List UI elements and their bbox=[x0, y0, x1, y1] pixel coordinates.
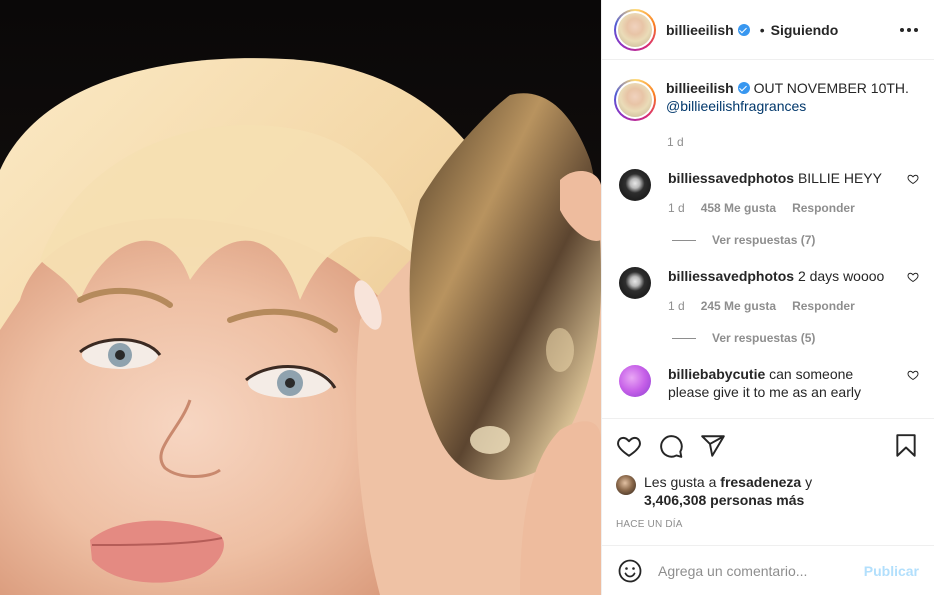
publish-button[interactable]: Publicar bbox=[864, 563, 919, 579]
comment-item: billiessavedphotos 2 days woooo 1 d 245 … bbox=[614, 267, 919, 315]
caption-username[interactable]: billieeilish bbox=[666, 80, 734, 96]
comment-item: billiebabycutie can someone please give … bbox=[614, 365, 919, 401]
caption-mention-link[interactable]: @billieeilishfragrances bbox=[666, 98, 806, 114]
add-comment-bar: Publicar bbox=[602, 545, 934, 595]
view-replies-button[interactable]: Ver respuestas (7) bbox=[672, 233, 919, 247]
verified-badge-icon bbox=[737, 23, 750, 36]
post-photo[interactable] bbox=[0, 0, 601, 595]
more-options-icon[interactable] bbox=[900, 27, 918, 32]
comment-likes[interactable]: 458 Me gusta bbox=[701, 199, 776, 217]
comment-item: billiessavedphotos BILLIE HEYY 1 d 458 M… bbox=[614, 169, 919, 217]
reply-button[interactable]: Responder bbox=[792, 199, 855, 217]
verified-badge-icon bbox=[737, 82, 750, 94]
commenter-avatar[interactable] bbox=[619, 267, 651, 299]
comment-time: 1 d bbox=[668, 299, 685, 313]
post-actions: Les gusta a fresadeneza y 3,406,308 pers… bbox=[602, 418, 934, 546]
comment-likes[interactable]: 245 Me gusta bbox=[701, 297, 776, 315]
heart-icon[interactable] bbox=[616, 433, 642, 459]
commenter-username[interactable]: billiebabycutie bbox=[668, 366, 765, 382]
comment-input[interactable] bbox=[658, 562, 864, 579]
reply-button[interactable]: Responder bbox=[792, 297, 855, 315]
comment-like-heart-icon[interactable] bbox=[907, 369, 919, 381]
share-icon[interactable] bbox=[700, 433, 726, 459]
view-replies-button[interactable]: Ver respuestas (5) bbox=[672, 331, 919, 345]
emoji-icon[interactable] bbox=[618, 559, 642, 583]
post-caption: billieeilish OUT NOVEMBER 10TH. @billiee… bbox=[614, 79, 919, 121]
commenter-avatar[interactable] bbox=[619, 169, 651, 201]
bookmark-icon[interactable] bbox=[893, 433, 919, 459]
following-button[interactable]: Siguiendo bbox=[771, 22, 839, 38]
caption-time: 1 d bbox=[667, 135, 684, 149]
comment-time: 1 d bbox=[668, 201, 685, 215]
commenter-avatar[interactable] bbox=[619, 365, 651, 397]
caption-author-avatar[interactable] bbox=[614, 79, 656, 121]
commenter-username[interactable]: billiessavedphotos bbox=[668, 170, 794, 186]
post-photo-illustration bbox=[0, 0, 601, 595]
comment-text: BILLIE HEYY bbox=[797, 170, 882, 186]
comment-icon[interactable] bbox=[658, 433, 684, 459]
caption-text: OUT NOVEMBER 10TH. bbox=[753, 80, 909, 96]
likes-summary: Les gusta a fresadeneza y 3,406,308 pers… bbox=[616, 473, 919, 509]
liker-username[interactable]: fresadeneza bbox=[720, 474, 801, 490]
comment-text: 2 days woooo bbox=[797, 268, 885, 284]
post-timestamp: HACE UN DÍA bbox=[616, 519, 683, 530]
liker-avatar[interactable] bbox=[616, 475, 636, 495]
commenter-username[interactable]: billiessavedphotos bbox=[668, 268, 794, 284]
separator-dot: • bbox=[759, 21, 765, 38]
comments-list[interactable]: billieeilish OUT NOVEMBER 10TH. @billiee… bbox=[602, 61, 934, 418]
author-avatar[interactable] bbox=[614, 8, 656, 51]
post-side-panel: billieeilish • Siguiendo billieeilish OU… bbox=[601, 0, 934, 595]
instagram-post-modal: billieeilish • Siguiendo billieeilish OU… bbox=[0, 0, 934, 595]
author-username[interactable]: billieeilish bbox=[666, 22, 734, 38]
comment-like-heart-icon[interactable] bbox=[907, 271, 919, 283]
comment-like-heart-icon[interactable] bbox=[907, 173, 919, 185]
post-header: billieeilish • Siguiendo bbox=[602, 0, 934, 60]
likes-count-link[interactable]: 3,406,308 personas más bbox=[644, 492, 804, 508]
